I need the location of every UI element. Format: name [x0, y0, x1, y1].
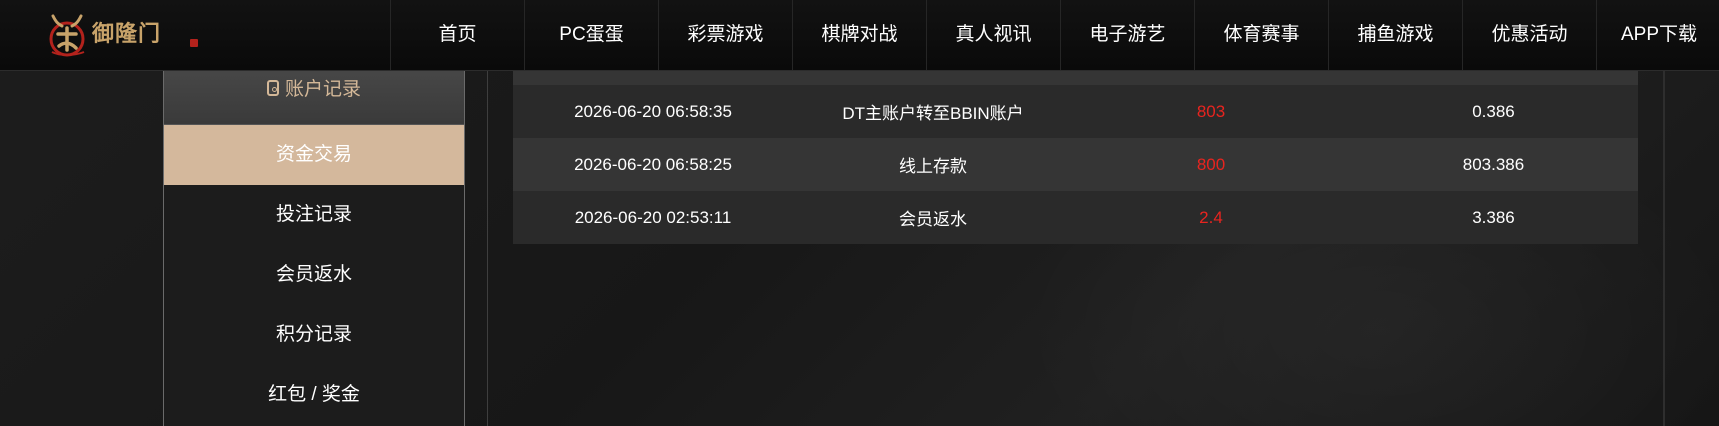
- nav-item-pc-egg[interactable]: PC蛋蛋: [525, 0, 659, 70]
- cell-type: DT主账户转至BBIN账户: [793, 85, 1073, 138]
- sidebar-item-member-rebate[interactable]: 会员返水: [164, 245, 464, 305]
- top-navigation-bar: 御隆门 首页 PC蛋蛋 彩票游戏 棋牌对战 真人视讯 电子游艺 体育赛事 捕鱼游…: [0, 0, 1719, 71]
- table-row: 2026-06-20 02:53:11 会员返水 2.4 3.386: [513, 191, 1638, 244]
- content-divider-left: [487, 70, 488, 426]
- sidebar-item-points-records[interactable]: 积分记录: [164, 305, 464, 365]
- transactions-table: 2026-06-20 06:58:35 DT主账户转至BBIN账户 803 0.…: [513, 70, 1638, 244]
- cell-time: 2026-06-20 06:58:35: [513, 85, 793, 138]
- sidebar-item-bet-records[interactable]: 投注记录: [164, 185, 464, 245]
- main-nav-menu: 首页 PC蛋蛋 彩票游戏 棋牌对战 真人视讯 电子游艺 体育赛事 捕鱼游戏 优惠…: [390, 0, 1719, 70]
- cell-type: 线上存款: [793, 138, 1073, 191]
- content-divider-right: [1663, 70, 1665, 426]
- cell-type: 会员返水: [793, 191, 1073, 244]
- nav-item-home[interactable]: 首页: [391, 0, 525, 70]
- nav-item-lottery[interactable]: 彩票游戏: [659, 0, 793, 70]
- cell-balance: 0.386: [1349, 85, 1638, 138]
- nav-item-fishing[interactable]: 捕鱼游戏: [1329, 0, 1463, 70]
- cell-time: 2026-06-20 06:58:25: [513, 138, 793, 191]
- transactions-grid: 2026-06-20 06:58:35 DT主账户转至BBIN账户 803 0.…: [513, 85, 1638, 244]
- cell-time: 2026-06-20 02:53:11: [513, 191, 793, 244]
- nav-item-sports[interactable]: 体育赛事: [1195, 0, 1329, 70]
- cell-amount: 2.4: [1073, 191, 1349, 244]
- cell-amount: 800: [1073, 138, 1349, 191]
- nav-item-app-download[interactable]: APP下载: [1597, 0, 1719, 70]
- ledger-icon: [266, 80, 279, 96]
- brand-name: 御隆门: [92, 21, 162, 47]
- brand-logo[interactable]: 御隆门: [44, 9, 198, 61]
- nav-item-live-casino[interactable]: 真人视讯: [927, 0, 1061, 70]
- cell-balance: 803.386: [1349, 138, 1638, 191]
- sidebar-header: 账户记录: [164, 70, 464, 125]
- nav-item-slots[interactable]: 电子游艺: [1061, 0, 1195, 70]
- cell-balance: 3.386: [1349, 191, 1638, 244]
- table-row: 2026-06-20 06:58:35 DT主账户转至BBIN账户 803 0.…: [513, 85, 1638, 138]
- red-seal-icon: [190, 39, 198, 47]
- account-records-sidebar: 账户记录 资金交易 投注记录 会员返水 积分记录 红包 / 奖金: [163, 70, 465, 426]
- dragon-emblem-icon: [49, 14, 85, 57]
- cell-amount: 803: [1073, 85, 1349, 138]
- table-top-edge: [513, 70, 1638, 85]
- nav-item-promotions[interactable]: 优惠活动: [1463, 0, 1597, 70]
- sidebar-item-red-packet-bonus[interactable]: 红包 / 奖金: [164, 365, 464, 425]
- sidebar-header-label: 账户记录: [284, 79, 361, 100]
- sidebar-item-fund-transactions[interactable]: 资金交易: [164, 125, 464, 185]
- table-row: 2026-06-20 06:58:25 线上存款 800 803.386: [513, 138, 1638, 191]
- nav-item-chess-cards[interactable]: 棋牌对战: [793, 0, 927, 70]
